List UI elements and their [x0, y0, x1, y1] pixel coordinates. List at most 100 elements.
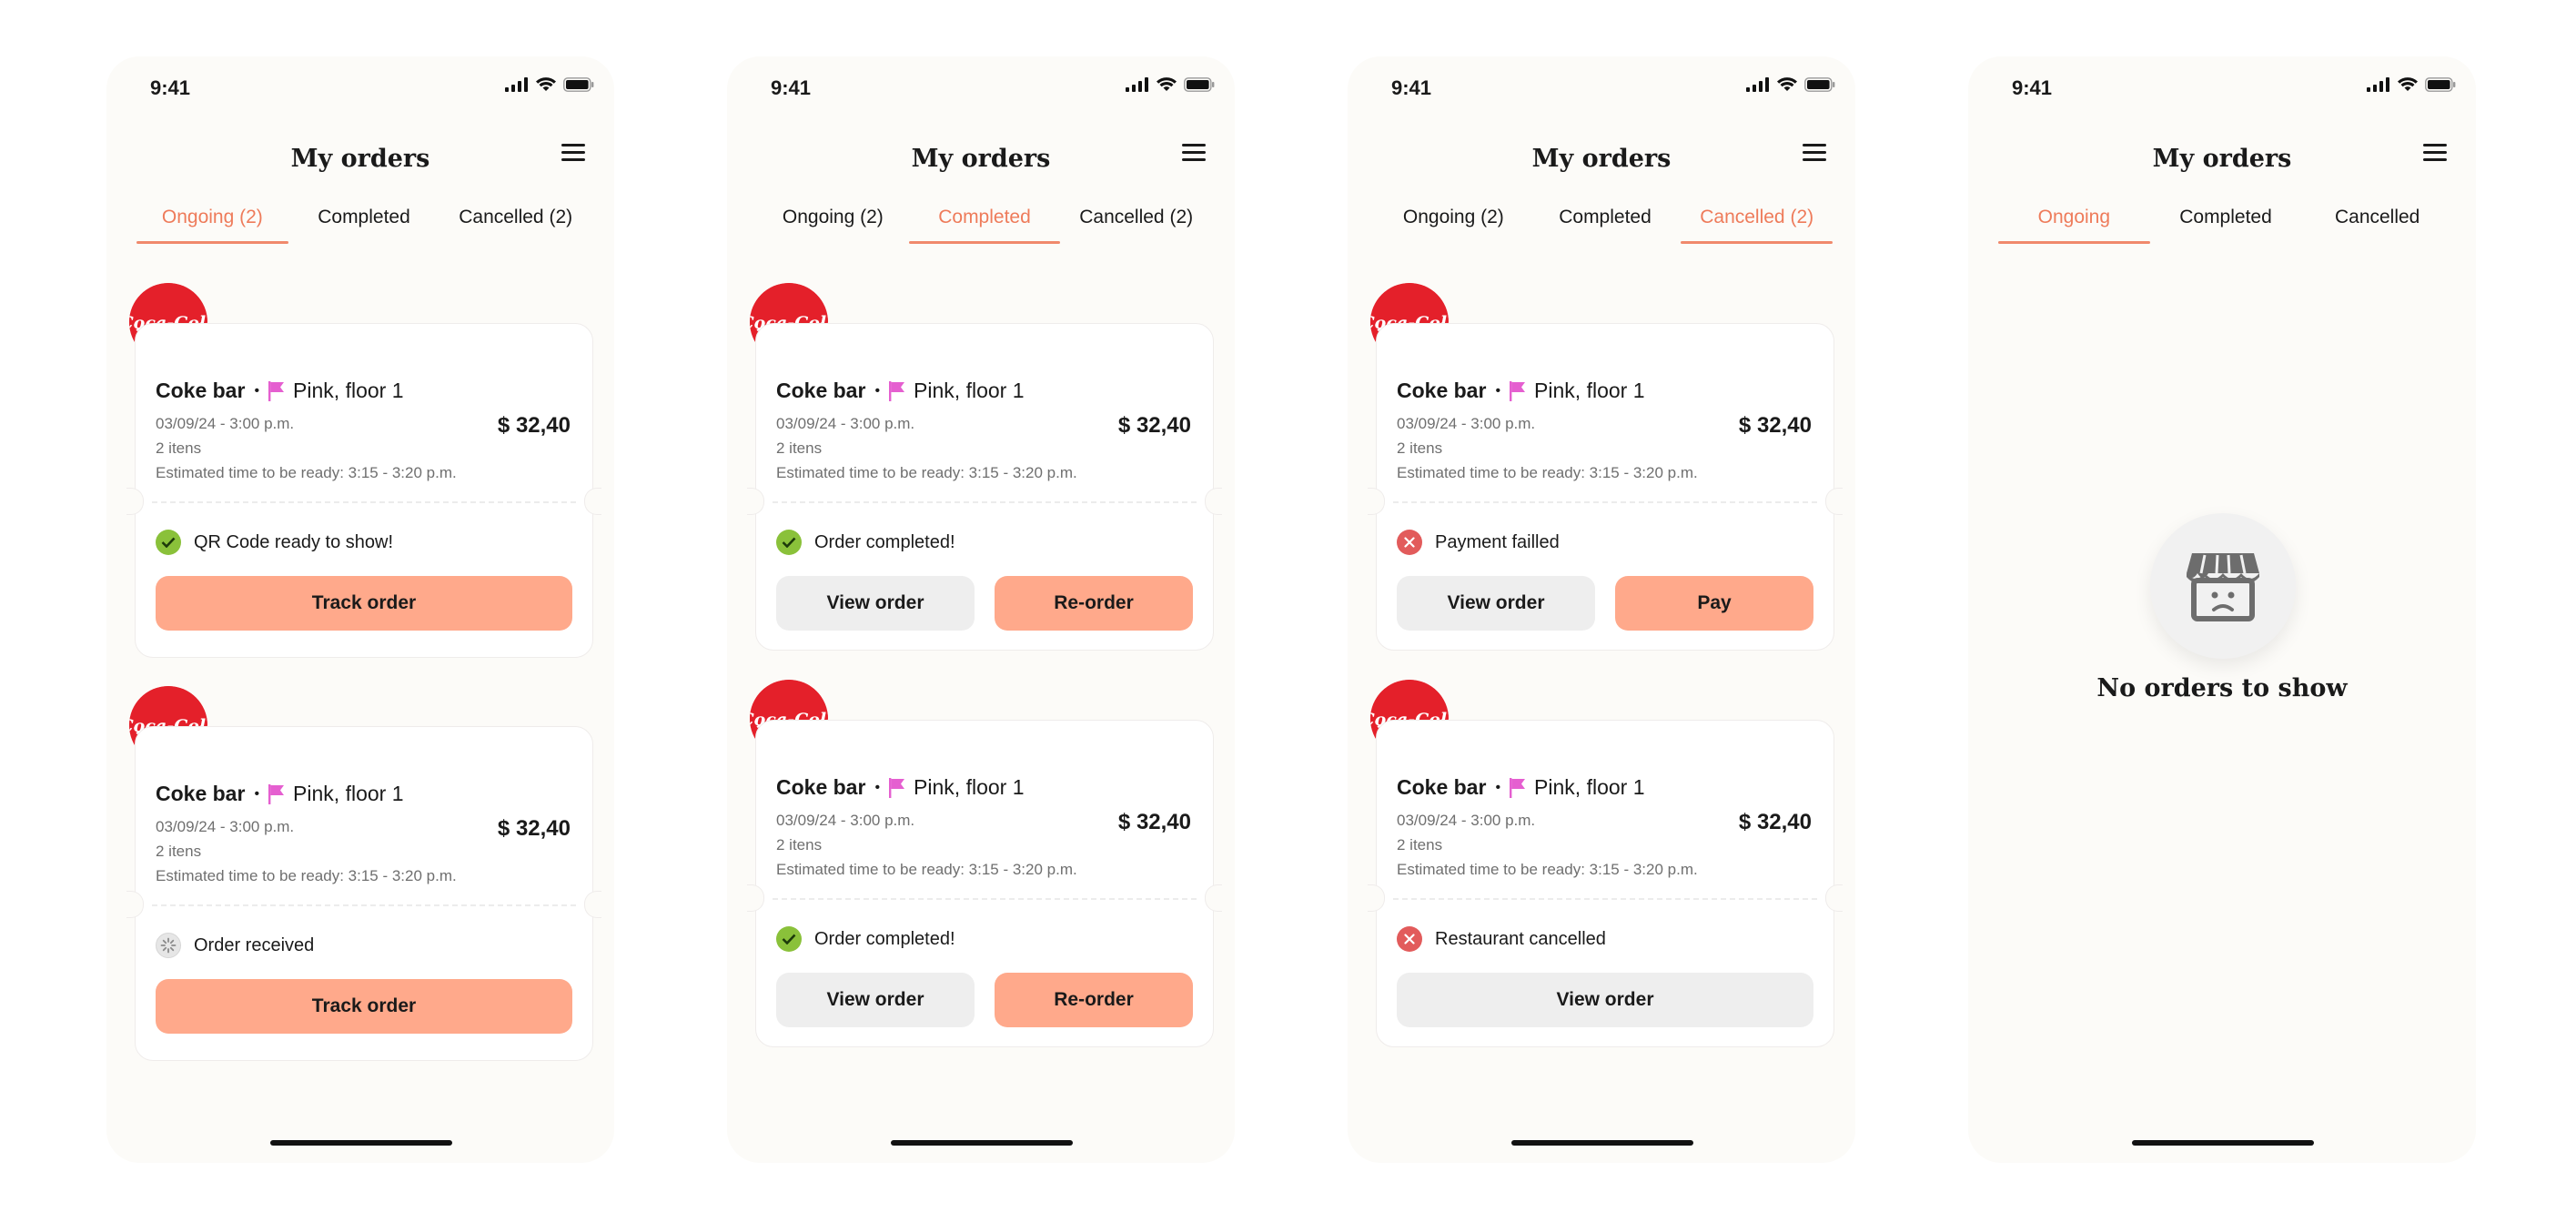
order-items: 2 itens	[776, 439, 823, 457]
tab-completed[interactable]: Completed	[908, 204, 1061, 244]
flag-icon	[1510, 777, 1526, 798]
check-circle-icon	[776, 926, 802, 952]
page-title: My orders	[290, 145, 430, 173]
tab-ongoing[interactable]: Ongoing (2)	[1378, 204, 1530, 242]
phone-screen-completed: 9:41 My orders Ongoing (2) Completed Can…	[727, 56, 1235, 1163]
order-price: $ 32,40	[1738, 810, 1812, 834]
order-card: Coke bar • Pink, floor 1 03/09/24 - 3:00…	[126, 323, 601, 658]
page-title: My orders	[1531, 145, 1672, 173]
tab-cancelled[interactable]: Cancelled	[2301, 204, 2453, 242]
check-circle-icon	[156, 530, 181, 555]
order-datetime: 03/09/24 - 3:00 p.m.	[776, 812, 915, 829]
order-tabs: Ongoing (2) Completed Cancelled (2)	[757, 204, 1212, 244]
wifi-icon	[536, 77, 556, 91]
flag-icon	[889, 380, 905, 401]
re-order-button[interactable]: Re-order	[995, 973, 1193, 1027]
track-order-button[interactable]: Track order	[156, 979, 572, 1034]
view-order-button[interactable]: View order	[776, 973, 975, 1027]
order-status: Payment failled	[1435, 531, 1560, 552]
empty-state-badge	[2150, 513, 2296, 659]
order-price: $ 32,40	[1738, 413, 1812, 438]
status-time: 9:41	[2012, 76, 2053, 99]
tab-completed[interactable]: Completed	[2150, 204, 2302, 242]
menu-icon[interactable]	[1182, 142, 1209, 164]
order-items: 2 itens	[776, 836, 823, 853]
tab-completed[interactable]: Completed	[1530, 204, 1682, 242]
location: Pink, floor 1	[293, 379, 404, 402]
battery-icon	[1804, 77, 1835, 92]
vendor-name: Coke bar	[776, 379, 866, 402]
vendor-name: Coke bar	[1397, 775, 1487, 799]
pay-button[interactable]: Pay	[1615, 576, 1813, 631]
order-card: Coke bar • Pink, floor 1 03/09/24 - 3:00…	[1368, 323, 1843, 651]
order-eta: Estimated time to be ready: 3:15 - 3:20 …	[776, 861, 1077, 878]
status-bar: 9:41	[1968, 56, 2476, 120]
flag-icon	[268, 380, 285, 401]
order-card: Coke bar • Pink, floor 1 03/09/24 - 3:00…	[747, 720, 1222, 1047]
tab-cancelled[interactable]: Cancelled (2)	[439, 204, 591, 242]
order-datetime: 03/09/24 - 3:00 p.m.	[1397, 812, 1536, 829]
tab-cancelled[interactable]: Cancelled (2)	[1681, 204, 1833, 244]
order-items: 2 itens	[1397, 439, 1443, 457]
order-price: $ 32,40	[1117, 413, 1191, 438]
tab-ongoing[interactable]: Ongoing (2)	[136, 204, 288, 244]
order-items: 2 itens	[1397, 836, 1443, 853]
track-order-button[interactable]: Track order	[156, 576, 572, 631]
order-status: Order completed!	[814, 531, 955, 552]
cellular-signal-icon	[505, 77, 528, 92]
page-title: My orders	[2152, 145, 2292, 173]
vendor-name: Coke bar	[1397, 379, 1487, 402]
battery-icon	[2425, 77, 2456, 92]
order-datetime: 03/09/24 - 3:00 p.m.	[776, 415, 915, 432]
phone-screen-ongoing: 9:41 My orders Ongoing (2) Completed Can…	[106, 56, 614, 1163]
location: Pink, floor 1	[914, 379, 1025, 402]
order-price: $ 32,40	[497, 413, 571, 438]
menu-icon[interactable]	[2423, 142, 2450, 164]
home-indicator	[2132, 1140, 2314, 1146]
tab-cancelled[interactable]: Cancelled (2)	[1060, 204, 1212, 242]
order-card: Coke bar • Pink, floor 1 03/09/24 - 3:00…	[126, 726, 601, 1061]
cellular-signal-icon	[2367, 77, 2389, 92]
location: Pink, floor 1	[1534, 775, 1645, 799]
view-order-button[interactable]: View order	[1397, 576, 1595, 631]
order-status: Order completed!	[814, 928, 955, 949]
cellular-signal-icon	[1126, 77, 1148, 92]
view-order-button[interactable]: View order	[1397, 973, 1813, 1027]
menu-icon[interactable]	[1803, 142, 1830, 164]
dashed-divider	[773, 898, 1197, 900]
home-indicator	[891, 1140, 1073, 1146]
error-circle-icon	[1397, 530, 1422, 555]
tab-ongoing[interactable]: Ongoing	[1998, 204, 2150, 244]
flag-icon	[268, 783, 285, 804]
tab-ongoing[interactable]: Ongoing (2)	[757, 204, 909, 242]
menu-icon[interactable]	[561, 142, 589, 164]
vendor-name: Coke bar	[776, 775, 866, 799]
flag-icon	[1510, 380, 1526, 401]
flag-icon	[889, 777, 905, 798]
order-status: Restaurant cancelled	[1435, 928, 1606, 949]
order-status: Order received	[194, 934, 315, 955]
error-circle-icon	[1397, 926, 1422, 952]
dashed-divider	[152, 904, 576, 906]
status-bar: 9:41	[1348, 56, 1855, 120]
battery-icon	[1184, 77, 1215, 92]
status-time: 9:41	[150, 76, 191, 99]
order-status: QR Code ready to show!	[194, 531, 393, 552]
order-tabs: Ongoing (2) Completed Cancelled (2)	[136, 204, 591, 244]
tab-completed[interactable]: Completed	[288, 204, 440, 242]
vendor-name: Coke bar	[156, 379, 246, 402]
order-card: Coke bar • Pink, floor 1 03/09/24 - 3:00…	[1368, 720, 1843, 1047]
wifi-icon	[2398, 77, 2418, 91]
view-order-button[interactable]: View order	[776, 576, 975, 631]
dashed-divider	[773, 501, 1197, 503]
sad-store-icon	[2187, 553, 2259, 621]
order-items: 2 itens	[156, 439, 202, 457]
location: Pink, floor 1	[1534, 379, 1645, 402]
page-title: My orders	[911, 145, 1051, 173]
home-indicator	[1511, 1140, 1693, 1146]
location: Pink, floor 1	[914, 775, 1025, 799]
wifi-icon	[1157, 77, 1177, 91]
order-datetime: 03/09/24 - 3:00 p.m.	[156, 415, 295, 432]
dashed-divider	[1393, 898, 1817, 900]
re-order-button[interactable]: Re-order	[995, 576, 1193, 631]
